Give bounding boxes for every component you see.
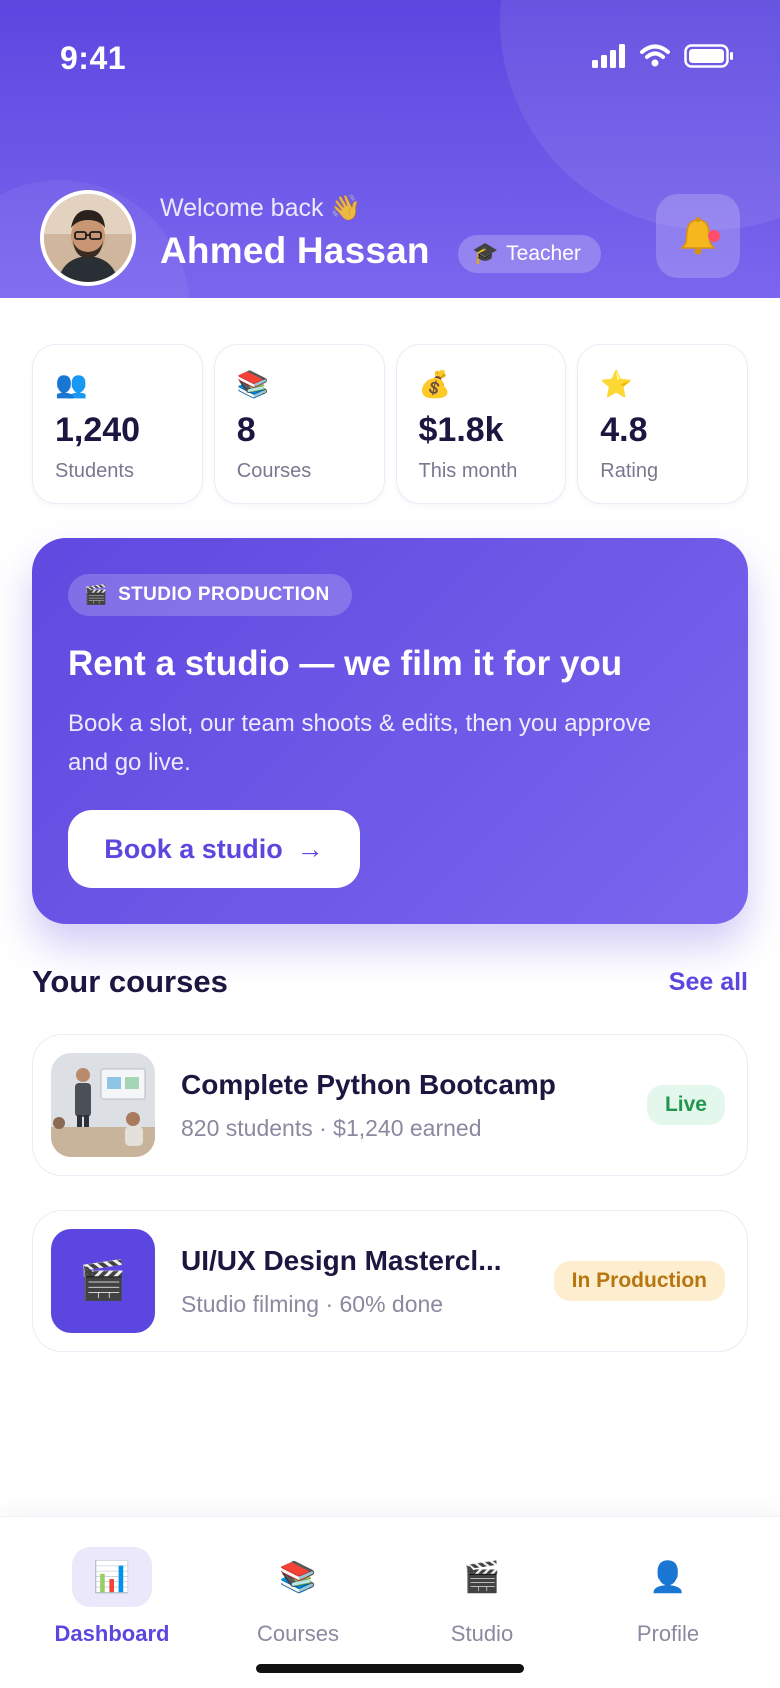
stat-value: 1,240	[55, 411, 141, 449]
stat-value: $1.8k	[418, 411, 504, 449]
tab-dashboard[interactable]: 📊 Dashboard	[27, 1547, 197, 1657]
stat-card-courses[interactable]: 📚 8 Courses	[213, 344, 385, 504]
home-indicator	[256, 1664, 524, 1673]
tab-label: Courses	[257, 1621, 339, 1646]
stat-card-earnings[interactable]: 💰 $1.8k This month	[395, 344, 567, 504]
book-studio-button[interactable]: Book a studio →	[68, 810, 360, 888]
status-badge-live: Live	[646, 1085, 725, 1125]
arrow-right-icon: →	[296, 833, 324, 864]
star-icon: ⭐	[600, 369, 633, 399]
bottom-tab-bar: 📊 Dashboard 📚 Courses 🎬 Studio 👤 Profile	[0, 1516, 780, 1688]
tab-label: Profile	[636, 1621, 700, 1646]
money-bag-icon: 💰	[418, 369, 451, 399]
avatar-portrait-icon	[44, 194, 132, 282]
course-card[interactable]: 🎬 UI/UX Design Mastercl... Studio filmin…	[32, 1210, 748, 1352]
role-label: Teacher	[506, 242, 581, 265]
tab-studio[interactable]: 🎬 Studio	[397, 1547, 567, 1657]
avatar[interactable]	[40, 190, 136, 286]
wifi-icon	[640, 44, 670, 67]
notifications-button[interactable]	[656, 194, 740, 278]
tab-label: Dashboard	[54, 1621, 170, 1646]
course-card[interactable]: Complete Python Bootcamp 820 students · …	[32, 1034, 748, 1176]
welcome-text: Welcome back 👋	[160, 194, 362, 222]
book-studio-label: Book a studio	[104, 833, 283, 864]
promo-tag: 🎬 STUDIO PRODUCTION	[68, 574, 352, 616]
profile-header: 9:41 Welcome back 👋 Ahmed Hassan 🎓 Teach…	[0, 0, 780, 298]
course-title: UI/UX Design Mastercl...	[181, 1245, 502, 1276]
stat-label: Students	[55, 460, 134, 482]
promo-tag-label: STUDIO PRODUCTION	[118, 584, 330, 605]
studio-promo-card: 🎬 STUDIO PRODUCTION Rent a studio — we f…	[32, 538, 748, 924]
course-subtitle: 820 students · $1,240 earned	[181, 1115, 482, 1141]
tab-label: Studio	[450, 1621, 514, 1646]
status-time: 9:41	[60, 40, 127, 76]
classroom-photo-icon	[51, 1053, 155, 1157]
books-icon: 📚	[236, 369, 270, 399]
tab-courses[interactable]: 📚 Courses	[213, 1547, 383, 1657]
user-name: Ahmed Hassan	[160, 230, 430, 271]
graduation-cap-icon: 🎓	[472, 242, 499, 265]
notification-dot	[708, 230, 720, 242]
stat-value: 4.8	[600, 411, 648, 449]
stat-label: Courses	[236, 460, 312, 482]
bar-chart-icon: 📊	[72, 1547, 152, 1607]
see-all-link[interactable]: See all	[669, 968, 748, 997]
battery-icon	[684, 44, 733, 68]
promo-description: Book a slot, our team shoots & edits, th…	[68, 710, 652, 776]
stat-label: This month	[418, 460, 518, 482]
tab-profile[interactable]: 👤 Profile	[583, 1547, 753, 1657]
people-icon: 👥	[55, 369, 88, 399]
course-thumbnail	[51, 1053, 155, 1157]
stats-row: 👥 1,240 Students 📚 8 Courses 💰 $1.8k Thi…	[32, 344, 748, 504]
clapperboard-icon: 🎬	[79, 1260, 127, 1302]
clapperboard-icon: 🎬	[84, 585, 109, 606]
signal-icon	[592, 44, 625, 68]
section-title-courses: Your courses	[32, 964, 228, 999]
status-badge-production: In Production	[553, 1261, 725, 1301]
promo-title: Rent a studio — we film it for you	[68, 644, 623, 683]
stat-label: Rating	[600, 460, 659, 482]
status-bar: 9:41	[0, 0, 780, 120]
stat-value: 8	[236, 411, 256, 449]
role-badge: 🎓 Teacher	[458, 235, 601, 273]
clapperboard-icon: 🎬	[463, 1560, 501, 1594]
status-icons	[592, 44, 734, 68]
books-icon: 📚	[279, 1560, 317, 1594]
course-thumbnail: 🎬	[51, 1229, 155, 1333]
course-title: Complete Python Bootcamp	[181, 1069, 556, 1100]
stat-card-students[interactable]: 👥 1,240 Students	[32, 344, 203, 504]
stat-card-rating[interactable]: ⭐ 4.8 Rating	[577, 344, 748, 504]
course-subtitle: Studio filming · 60% done	[181, 1291, 444, 1317]
user-icon: 👤	[649, 1560, 687, 1594]
